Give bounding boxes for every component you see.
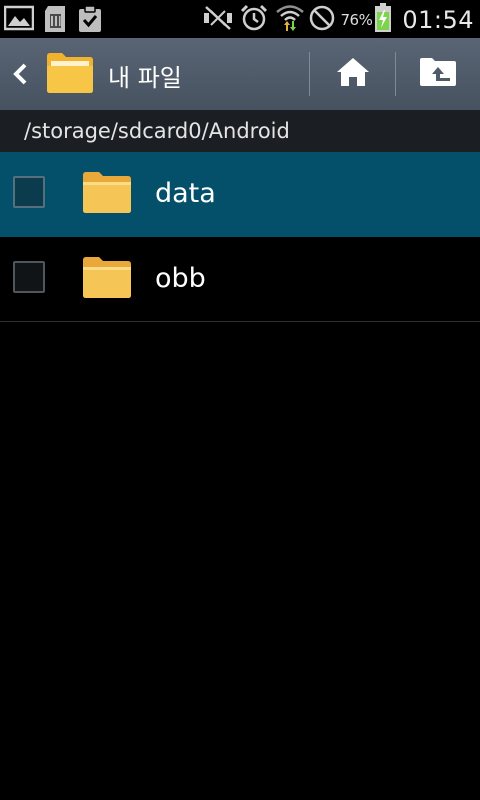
item-checkbox[interactable]: [13, 176, 45, 208]
gallery-icon: [3, 5, 35, 37]
clipboard-check-icon: [76, 5, 104, 37]
status-bar: 76% 01:54: [0, 0, 480, 38]
page-title: 내 파일: [108, 64, 182, 92]
current-path: /storage/sdcard0/Android: [24, 119, 290, 143]
back-chevron-icon[interactable]: [10, 62, 30, 90]
folder-up-icon: [419, 57, 457, 91]
path-bar: /storage/sdcard0/Android: [0, 110, 480, 152]
folder-icon: [82, 170, 132, 218]
divider: [309, 52, 310, 96]
home-icon: [335, 56, 371, 92]
home-button[interactable]: [312, 38, 394, 110]
battery-percent: 76%: [340, 11, 373, 29]
file-name: data: [155, 178, 216, 209]
mute-icon: [202, 4, 234, 36]
battery-charging-icon: [374, 3, 392, 37]
action-bar: 내 파일: [0, 38, 480, 110]
wifi-icon: [276, 3, 305, 37]
list-item[interactable]: data: [0, 152, 480, 237]
clock: 01:54: [402, 6, 474, 34]
up-folder-button[interactable]: [396, 38, 480, 110]
file-list: data obb: [0, 152, 480, 322]
file-name: obb: [155, 263, 206, 294]
list-item[interactable]: obb: [0, 237, 480, 322]
sd-card-icon: [43, 5, 67, 37]
no-signal-icon: [308, 4, 336, 36]
app-folder-icon[interactable]: [46, 52, 94, 98]
item-checkbox[interactable]: [13, 261, 45, 293]
alarm-icon: [240, 4, 268, 36]
folder-icon: [82, 255, 132, 303]
